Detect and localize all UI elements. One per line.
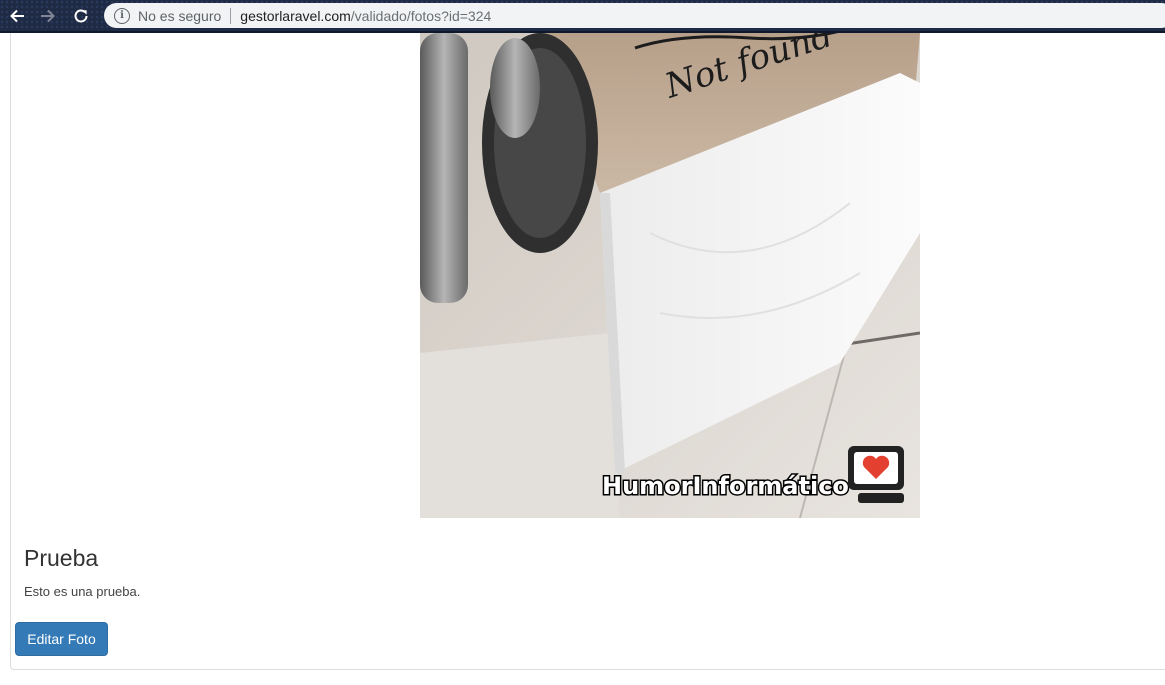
photo-image: Not found HumorInformático bbox=[420, 33, 920, 518]
security-label[interactable]: No es seguro bbox=[138, 8, 221, 24]
forward-button[interactable] bbox=[35, 4, 61, 28]
reload-button[interactable] bbox=[68, 4, 94, 28]
back-button[interactable] bbox=[4, 4, 30, 28]
toilet-paper-image: Not found HumorInformático bbox=[420, 33, 920, 518]
watermark-text: HumorInformático bbox=[602, 472, 849, 500]
reload-icon bbox=[74, 9, 88, 23]
forward-arrow-icon bbox=[41, 9, 55, 23]
browser-toolbar: i No es seguro gestorlaravel.com/validad… bbox=[0, 0, 1165, 33]
url-host[interactable]: gestorlaravel.com bbox=[240, 8, 351, 24]
info-icon[interactable]: i bbox=[114, 7, 130, 24]
edit-photo-button[interactable]: Editar Foto bbox=[15, 622, 108, 656]
back-arrow-icon bbox=[10, 9, 24, 23]
url-path[interactable]: /validado/fotos?id=324 bbox=[351, 8, 492, 24]
address-bar[interactable]: i No es seguro gestorlaravel.com/validad… bbox=[104, 3, 1165, 28]
omnibox-separator bbox=[230, 7, 232, 24]
photo-title: Prueba bbox=[24, 545, 99, 571]
photo-description: Esto es una prueba. bbox=[24, 584, 141, 599]
